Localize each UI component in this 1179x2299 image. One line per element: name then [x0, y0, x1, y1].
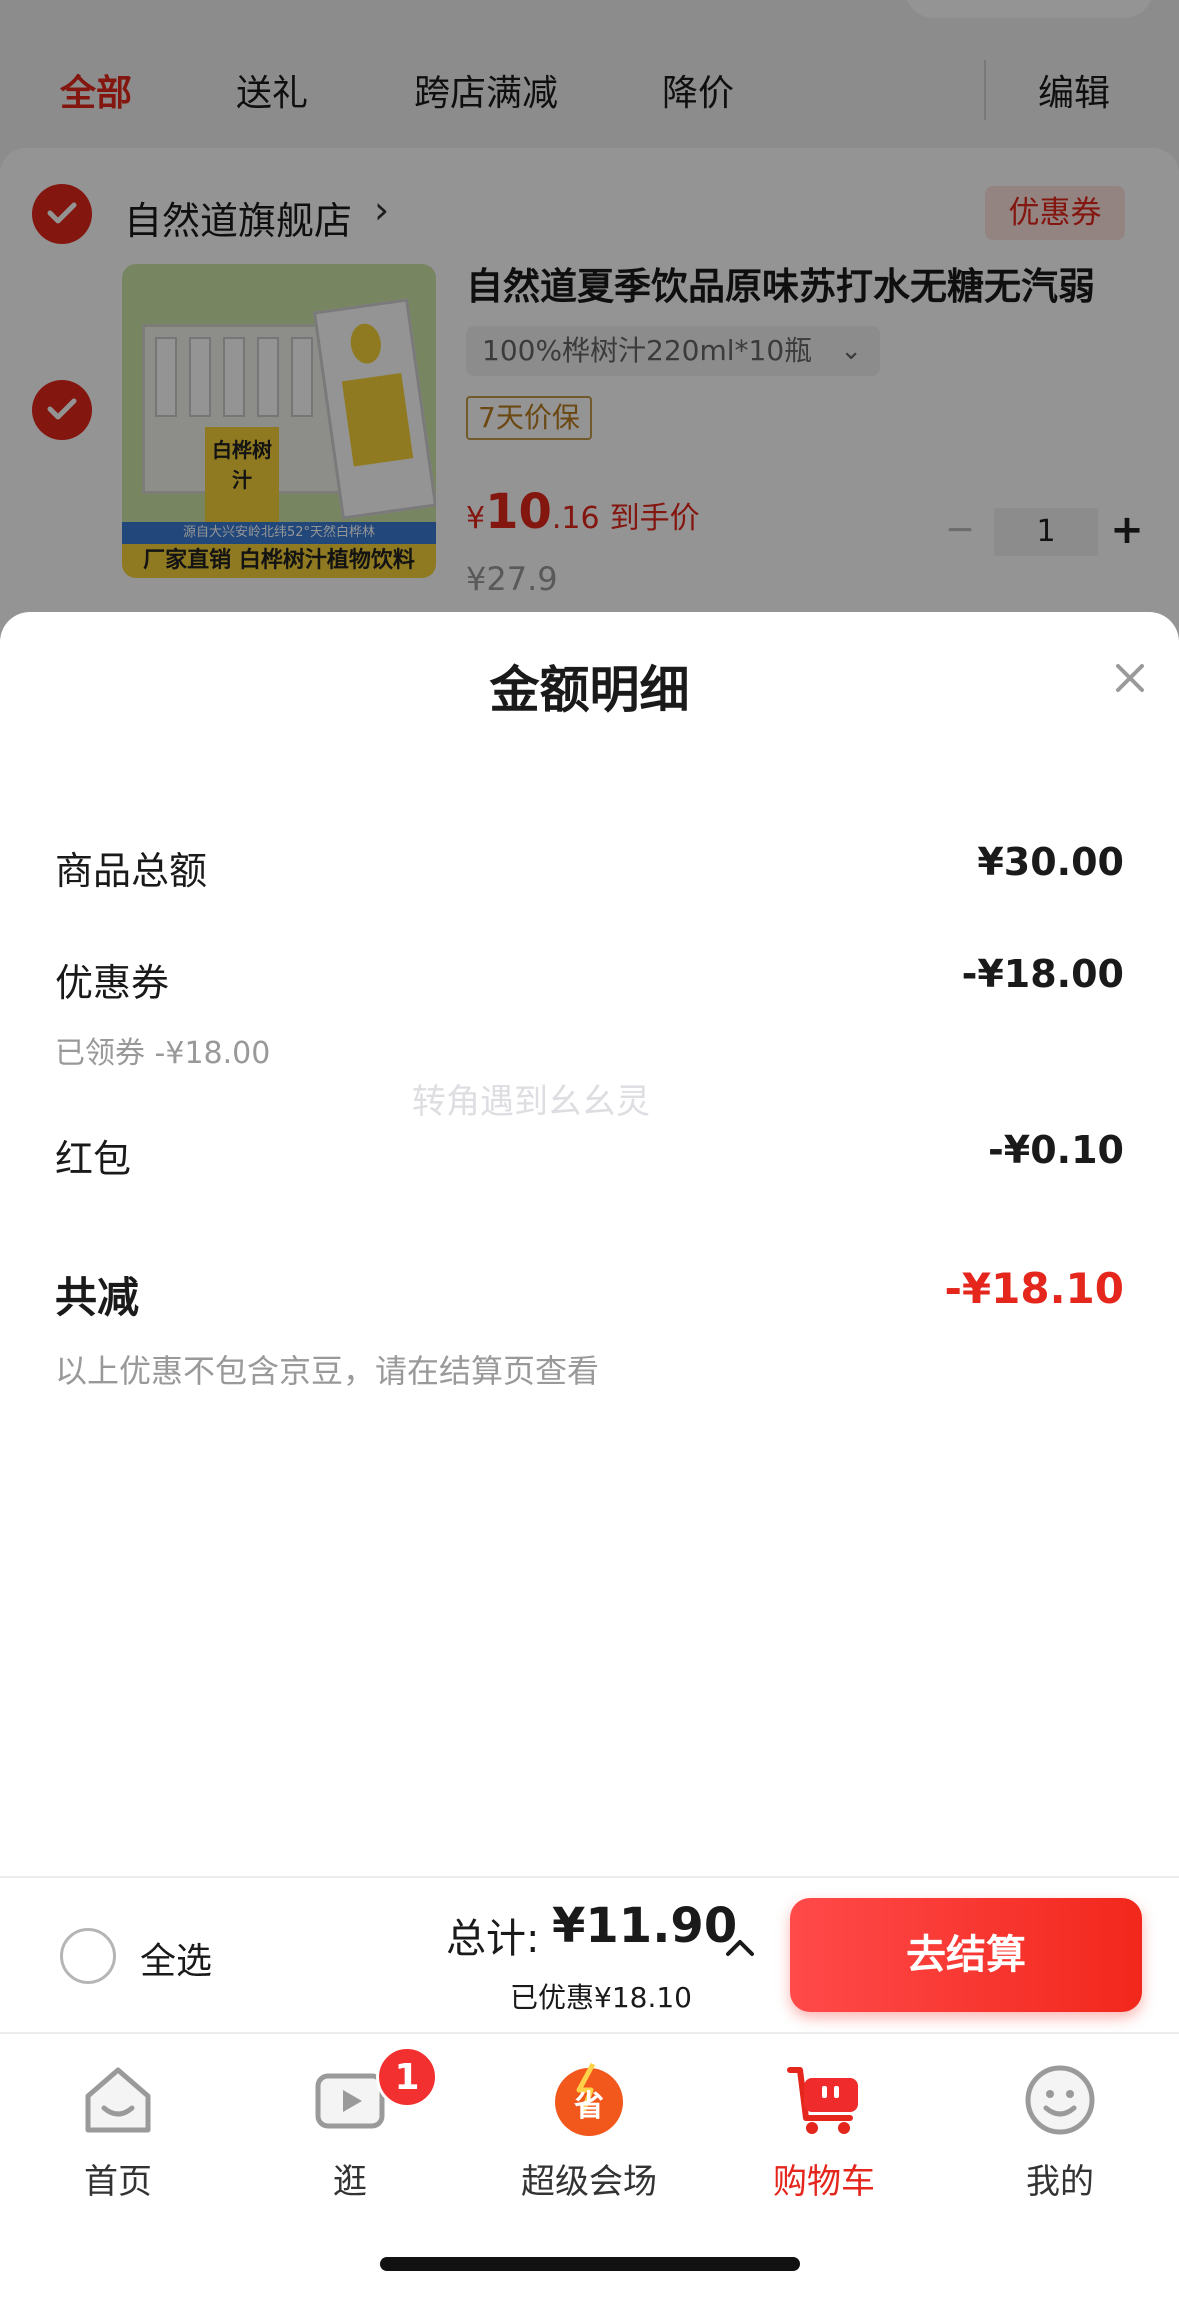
cart-icon	[787, 2067, 858, 2134]
nav-label-cart: 购物车	[773, 2162, 875, 2202]
checkout-bar: 全选 总计: ¥11.90 已优惠¥18.10 去结算	[0, 1876, 1179, 2032]
nav-item-cart[interactable]: 购物车	[724, 2050, 924, 2210]
red-packet-value: -¥0.10	[988, 1128, 1124, 1172]
svg-text:省: 省	[574, 2089, 604, 2124]
close-icon[interactable]	[1110, 658, 1150, 698]
checkout-button[interactable]: 去结算	[790, 1898, 1142, 2012]
home-icon	[85, 2067, 151, 2133]
nav-item-browse[interactable]: 1 逛	[250, 2046, 450, 2210]
coupon-value: -¥18.00	[961, 952, 1124, 996]
nav-notification-badge: 1	[376, 2046, 438, 2108]
amount-details-sheet: 金额明细 商品总额 ¥30.00 优惠券 -¥18.00 已领券 -¥18.00…	[0, 612, 1179, 1882]
home-indicator[interactable]	[380, 2257, 800, 2271]
goods-total-value: ¥30.00	[977, 840, 1124, 884]
nav-label-home: 首页	[84, 2162, 152, 2202]
total-discount-value: -¥18.10	[944, 1264, 1124, 1313]
nav-label-profile: 我的	[1026, 2162, 1094, 2202]
saved-amount: 已优惠¥18.10	[510, 1981, 692, 2014]
goods-total-label: 商品总额	[55, 849, 208, 893]
nav-item-home[interactable]: 首页	[18, 2050, 218, 2210]
super-venue-icon: 省	[555, 2062, 623, 2136]
sheet-title: 金额明细	[489, 661, 690, 719]
total-label: 总计:	[446, 1916, 540, 1962]
watermark: 转角遇到幺幺灵	[412, 1082, 650, 1122]
select-all-checkbox[interactable]	[60, 1928, 116, 1984]
total-price: ¥11.90	[552, 1898, 738, 1954]
nav-item-profile[interactable]: 我的	[960, 2050, 1160, 2210]
total-discount-label: 共减	[55, 1273, 140, 1322]
nav-label-super-venue: 超级会场	[521, 2162, 657, 2202]
discount-note: 以上优惠不包含京豆，请在结算页查看	[55, 1352, 600, 1390]
nav-item-super-venue[interactable]: 省 超级会场	[489, 2050, 689, 2210]
nav-label-browse: 逛	[333, 2162, 367, 2202]
select-all-label[interactable]: 全选	[140, 1932, 212, 1984]
profile-icon	[1025, 2065, 1095, 2135]
coupon-claimed-note: 已领券 -¥18.00	[55, 1036, 271, 1071]
coupon-label: 优惠券	[55, 961, 170, 1005]
chevron-up-icon[interactable]	[720, 1928, 760, 1968]
modal-overlay[interactable]	[0, 0, 1179, 640]
red-packet-label: 红包	[55, 1137, 132, 1181]
